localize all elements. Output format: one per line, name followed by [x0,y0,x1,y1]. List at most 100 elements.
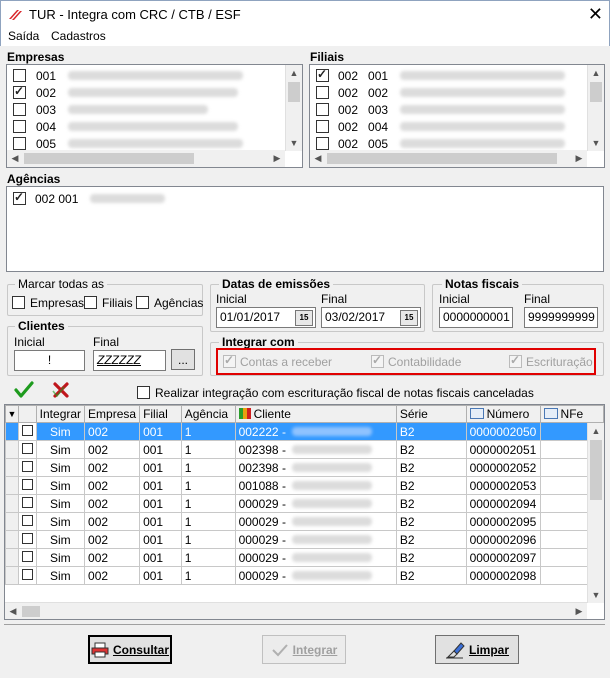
scroll-left-icon[interactable]: ◀ [5,603,21,619]
menu-cadastros[interactable]: Cadastros [51,29,106,43]
scroll-down-icon[interactable]: ▼ [286,135,302,151]
agencias-list[interactable]: 002 001 [6,186,604,272]
table-row[interactable]: Sim 002 001 1 000029 - B2 0000002096 [5,530,604,549]
consultar-button[interactable]: Consultar [88,635,172,664]
limpar-button[interactable]: Limpar [435,635,519,664]
list-item[interactable]: 004 [13,118,239,135]
table-row[interactable]: Sim 002 001 1 002222 - B2 0000002050 [5,422,604,441]
empresa-checkbox[interactable] [13,120,26,133]
row-checkbox[interactable] [21,442,33,454]
cell-integrar[interactable]: Sim [35,422,86,441]
filiais-vscroll[interactable]: ▲ ▼ [587,65,604,151]
calendar-icon[interactable]: 15 [295,310,313,326]
cell-integrar[interactable]: Sim [35,548,86,567]
grid-vscroll[interactable]: ▲ ▼ [587,423,604,603]
empresa-checkbox[interactable] [13,69,26,82]
filial-checkbox[interactable] [316,103,329,116]
row-select-cell[interactable] [17,422,37,441]
table-row[interactable]: Sim 002 001 1 000029 - B2 0000002094 [5,494,604,513]
marcar-empresas-checkbox[interactable] [12,296,25,309]
scroll-thumb[interactable] [24,153,194,164]
col-agencia[interactable]: Agência [180,405,236,423]
scroll-up-icon[interactable]: ▲ [588,65,604,81]
empresa-checkbox[interactable] [13,103,26,116]
scroll-thumb[interactable] [327,153,557,164]
list-item[interactable]: 002 001 [13,190,166,207]
table-row[interactable]: Sim 002 001 1 000029 - B2 0000002095 [5,512,604,531]
nota-inicial-input[interactable]: 0000000001 [439,307,513,328]
col-nfe[interactable]: NFe [539,405,604,423]
filial-checkbox[interactable] [316,120,329,133]
row-select-cell[interactable] [17,440,37,459]
row-checkbox[interactable] [21,478,33,490]
scroll-left-icon[interactable]: ◀ [7,150,23,167]
row-select-cell[interactable] [17,566,37,585]
grid-hscroll[interactable]: ◀ ▶ [5,602,587,619]
cell-integrar[interactable]: Sim [35,566,86,585]
row-select-cell[interactable] [17,548,37,567]
table-row[interactable]: Sim 002 001 1 002398 - B2 0000002052 [5,458,604,477]
marcar-agencias-checkbox[interactable] [136,296,149,309]
agencia-checkbox[interactable] [13,190,26,205]
integrar-contas-receber[interactable]: Contas a receber [223,353,332,370]
filiais-hscroll[interactable]: ◀ ▶ [310,150,587,167]
col-filial[interactable]: Filial [139,405,182,423]
cell-integrar[interactable]: Sim [35,458,86,477]
filial-checkbox[interactable] [316,67,329,82]
list-item[interactable]: 002 003 [316,101,566,118]
empresas-hscroll[interactable]: ◀ ▶ [7,150,285,167]
list-item[interactable]: 002 001 [316,67,566,84]
clientes-inicial-input[interactable]: ! [14,350,85,371]
cell-integrar[interactable]: Sim [35,512,86,531]
marcar-empresas[interactable]: Empresas [12,294,84,311]
canceladas-checkbox[interactable] [137,386,150,399]
filial-checkbox[interactable] [316,137,329,150]
col-cliente[interactable]: Cliente [234,405,397,423]
notas-grid[interactable]: ▼ Integrar Empresa Filial Agência Client… [4,404,605,620]
contabilidade-checkbox[interactable] [371,353,384,368]
cell-integrar[interactable]: Sim [35,440,86,459]
scroll-thumb[interactable] [22,606,40,617]
row-checkbox[interactable] [21,568,33,580]
col-numero[interactable]: Número [465,405,541,423]
row-checkbox[interactable] [21,532,33,544]
scroll-down-icon[interactable]: ▼ [588,135,604,151]
list-item[interactable]: 003 [13,101,209,118]
empresas-list[interactable]: 001 002 003 004 005 ▲ ▼ ◀ ▶ [6,64,303,168]
menu-saida[interactable]: Saída [8,29,39,43]
row-select-cell[interactable] [17,458,37,477]
scroll-thumb[interactable] [590,82,602,102]
row-checkbox[interactable] [21,496,33,508]
scroll-right-icon[interactable]: ▶ [269,150,285,167]
scroll-thumb[interactable] [590,440,602,500]
scroll-up-icon[interactable]: ▲ [286,65,302,81]
cell-integrar[interactable]: Sim [35,530,86,549]
nota-final-input[interactable]: 9999999999 [524,307,598,328]
integrar-escrituracao[interactable]: Escrituração [509,353,593,370]
col-integrar[interactable]: Integrar [35,405,86,423]
row-checkbox[interactable] [21,514,33,526]
check-all-icon[interactable] [14,381,34,399]
marcar-filiais[interactable]: Filiais [84,294,133,311]
list-item[interactable]: 002 [13,84,239,101]
table-row[interactable]: Sim 002 001 1 002398 - B2 0000002051 [5,440,604,459]
list-item[interactable]: 001 [13,67,244,84]
col-serie[interactable]: Série [395,405,467,423]
marcar-filiais-checkbox[interactable] [84,296,97,309]
row-select-cell[interactable] [17,494,37,513]
table-row[interactable]: Sim 002 001 1 000029 - B2 0000002098 [5,566,604,585]
row-select-cell[interactable] [17,530,37,549]
empresas-vscroll[interactable]: ▲ ▼ [285,65,302,151]
filial-checkbox[interactable] [316,86,329,99]
scroll-right-icon[interactable]: ▶ [571,150,587,167]
integrar-button[interactable]: Integrar [262,635,346,664]
empresa-checkbox[interactable] [13,84,26,99]
scroll-thumb[interactable] [288,82,300,102]
marcar-agencias[interactable]: Agências [136,294,203,311]
escrituracao-checkbox[interactable] [509,353,522,368]
row-checkbox[interactable] [21,550,33,562]
cliente-lookup-button[interactable]: ... [171,349,195,370]
calendar-icon[interactable]: 15 [400,310,418,326]
row-checkbox[interactable] [21,460,33,472]
table-row[interactable]: Sim 002 001 1 000029 - B2 0000002097 [5,548,604,567]
